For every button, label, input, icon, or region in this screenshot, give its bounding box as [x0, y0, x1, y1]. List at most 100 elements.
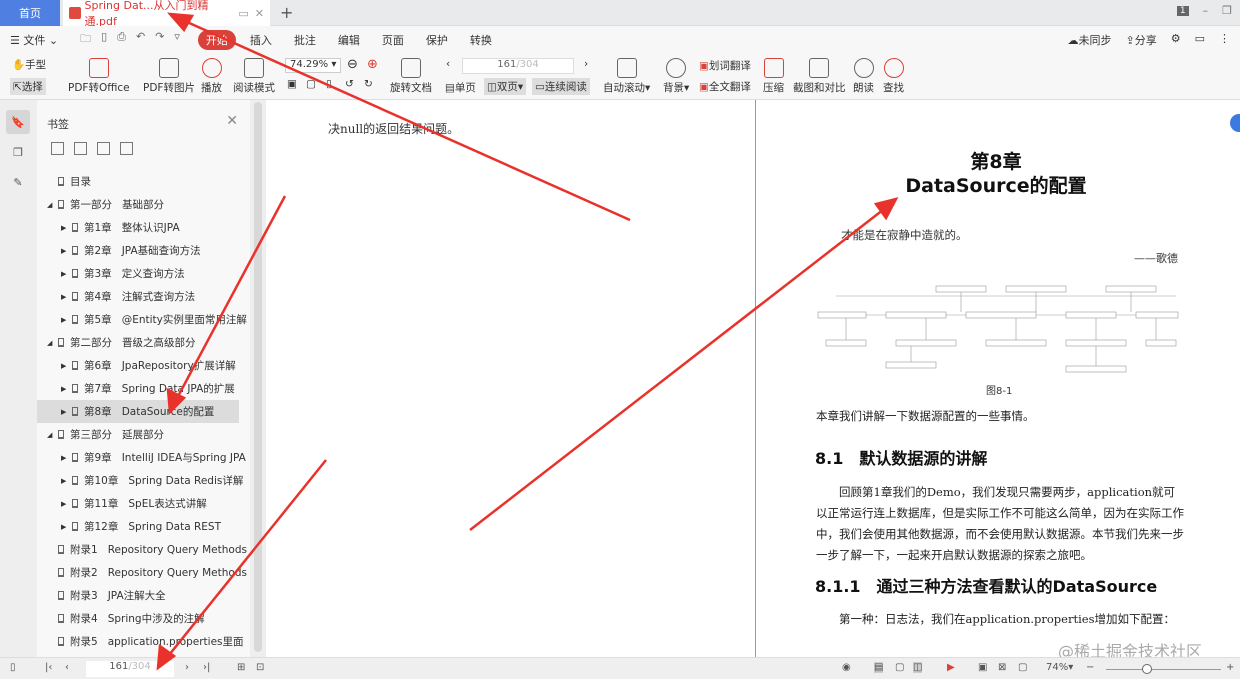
rotate-document-button[interactable]: 旋转文档: [390, 58, 432, 95]
bookmark-item[interactable]: ▶ 第8章 DataSource的配置: [37, 400, 239, 423]
scrollbar-thumb[interactable]: [254, 102, 262, 652]
pin-icon[interactable]: ▭: [238, 7, 248, 20]
comment-icon[interactable]: ▭: [1195, 32, 1205, 48]
collapse-all-icon[interactable]: [74, 142, 87, 155]
collapse-triangle-icon[interactable]: ◢: [47, 201, 55, 209]
fit-width-status-icon[interactable]: ▢: [1018, 662, 1027, 673]
page-number-input[interactable]: 161/304: [462, 58, 574, 74]
next-page-button[interactable]: ›: [584, 58, 588, 70]
double-page-button[interactable]: ◫双页▾: [484, 78, 527, 95]
bookmark-item[interactable]: ▶ 第11章 SpEL表达式讲解: [37, 492, 250, 515]
menu-start[interactable]: 开始: [197, 29, 236, 50]
share-button[interactable]: ⇪分享: [1126, 32, 1157, 48]
sync-button[interactable]: ☁未同步: [1068, 32, 1112, 48]
settings-icon[interactable]: ⚙: [1171, 32, 1181, 48]
zoom-out-icon[interactable]: ⊖: [347, 57, 358, 72]
bookmark-item[interactable]: 附录5 application.properties里面: [37, 630, 250, 653]
fit-page-icon[interactable]: ▢: [306, 78, 316, 90]
menu-protect[interactable]: 保护: [426, 32, 448, 48]
word-translate-button[interactable]: ▣划词翻译: [699, 58, 751, 73]
menu-edit[interactable]: 编辑: [338, 32, 360, 48]
collapse-triangle-icon[interactable]: ◢: [47, 431, 55, 439]
new-tab-button[interactable]: +: [280, 3, 293, 22]
bookmark-item[interactable]: ▶ 第7章 Spring Data JPA的扩展: [37, 377, 250, 400]
select-tool[interactable]: ⇱选择: [10, 78, 46, 95]
single-page-button[interactable]: ▤单页: [445, 80, 476, 95]
expand-triangle-icon[interactable]: ▶: [61, 523, 69, 531]
minimize-button[interactable]: –: [1203, 4, 1209, 17]
zoom-slider-knob[interactable]: [1142, 664, 1152, 674]
bookmark-item[interactable]: ▶ 第5章 @Entity实例里面常用注解: [37, 308, 250, 331]
restore-button[interactable]: ❐: [1222, 4, 1232, 17]
open-icon[interactable]: 🗀: [80, 30, 91, 49]
read-mode-button[interactable]: 阅读模式: [233, 58, 275, 95]
last-page-button[interactable]: ›|: [203, 662, 210, 673]
menu-annotate[interactable]: 批注: [294, 32, 316, 48]
continuous-read-button[interactable]: ▭连续阅读: [532, 78, 590, 95]
redo-icon[interactable]: ↷: [155, 30, 164, 49]
actual-size-icon[interactable]: ▣: [287, 78, 297, 90]
expand-triangle-icon[interactable]: ▶: [61, 385, 69, 393]
expand-triangle-icon[interactable]: ▶: [61, 500, 69, 508]
bookmark-icon[interactable]: [120, 142, 133, 155]
pdf-to-image-button[interactable]: PDF转图片: [143, 58, 195, 95]
bookmark-item[interactable]: ◢ 第三部分 延展部分: [37, 423, 250, 446]
expand-triangle-icon[interactable]: ▶: [61, 270, 69, 278]
zoom-slider[interactable]: [1106, 664, 1221, 674]
more-icon[interactable]: ▿: [174, 30, 180, 49]
bookmark-panel-icon[interactable]: 🔖: [6, 110, 30, 134]
bookmark-item[interactable]: ▶ 第10章 Spring Data Redis详解: [37, 469, 250, 492]
compress-button[interactable]: 压缩: [763, 58, 784, 95]
zoom-in-status-button[interactable]: +: [1226, 662, 1234, 673]
play-button[interactable]: 播放: [201, 58, 222, 95]
bookmark-scrollbar[interactable]: [250, 100, 266, 657]
bookmark-item[interactable]: ▶ 第9章 IntelliJ IDEA与Spring JPA: [37, 446, 250, 469]
play-status-icon[interactable]: ▶: [947, 662, 955, 673]
double-view-icon[interactable]: ◫: [913, 662, 923, 673]
file-menu[interactable]: ☰ 文件 ⌄: [10, 32, 58, 48]
rotate-left-icon[interactable]: ↺: [345, 78, 354, 90]
expand-triangle-icon[interactable]: ▶: [61, 247, 69, 255]
collapse-triangle-icon[interactable]: ◢: [47, 339, 55, 347]
continuous-view-icon[interactable]: ▤: [874, 662, 884, 673]
auto-scroll-button[interactable]: 自动滚动▾: [603, 58, 650, 95]
menu-page[interactable]: 页面: [382, 32, 404, 48]
page-view-icon[interactable]: ⊡: [256, 662, 264, 673]
single-view-icon[interactable]: ▢: [895, 662, 904, 673]
fit-page-status-icon[interactable]: ⊠: [998, 662, 1006, 673]
thumbnail-panel-icon[interactable]: ❐: [6, 140, 30, 164]
bookmark-item[interactable]: 目录: [37, 170, 250, 193]
bookmark-item[interactable]: 附录3 JPA注解大全: [37, 584, 250, 607]
read-aloud-button[interactable]: 朗读: [853, 58, 874, 95]
bookmark-item[interactable]: 附录1 Repository Query Methods: [37, 538, 250, 561]
zoom-level-select[interactable]: 74%▾: [1046, 662, 1073, 673]
menu-convert[interactable]: 转换: [470, 32, 492, 48]
add-bookmark-icon[interactable]: [97, 142, 110, 155]
status-page-input[interactable]: 161/304: [86, 661, 174, 677]
zoom-in-icon[interactable]: ⊕: [367, 57, 378, 72]
tab-document[interactable]: Spring Dat...从入门到精通.pdf ▭ ✕: [63, 0, 270, 28]
bookmark-item[interactable]: ▶ 第1章 整体认识JPA: [37, 216, 250, 239]
next-page-status-button[interactable]: ›: [185, 662, 189, 673]
bookmark-item[interactable]: 附录4 Spring中涉及的注解: [37, 607, 250, 630]
fit-width-icon[interactable]: ▯: [326, 78, 332, 90]
bookmark-item[interactable]: ◢ 第二部分 晋级之高级部分: [37, 331, 250, 354]
zoom-out-status-button[interactable]: −: [1086, 662, 1094, 673]
zoom-select[interactable]: 74.29% ▾: [285, 58, 341, 73]
expand-all-icon[interactable]: [51, 142, 64, 155]
signature-panel-icon[interactable]: ✎: [6, 170, 30, 194]
more-menu-icon[interactable]: ⋮: [1219, 32, 1230, 48]
prev-page-status-button[interactable]: ‹: [65, 662, 69, 673]
expand-triangle-icon[interactable]: ▶: [61, 224, 69, 232]
background-button[interactable]: 背景▾: [663, 58, 689, 95]
hand-tool[interactable]: ✋手型: [12, 57, 46, 72]
pdf-to-office-button[interactable]: PDF转Office: [68, 58, 130, 95]
save-icon[interactable]: ▯: [101, 30, 107, 49]
screenshot-compare-button[interactable]: 截图和对比: [793, 58, 846, 95]
prev-page-button[interactable]: ‹: [446, 58, 450, 70]
bookmark-item[interactable]: 附录2 Repository Query Methods: [37, 561, 250, 584]
add-page-icon[interactable]: ⊞: [237, 662, 245, 673]
rotate-right-icon[interactable]: ↻: [364, 78, 373, 90]
close-tab-icon[interactable]: ✕: [255, 7, 264, 20]
full-translate-button[interactable]: ▣全文翻译: [699, 79, 751, 94]
